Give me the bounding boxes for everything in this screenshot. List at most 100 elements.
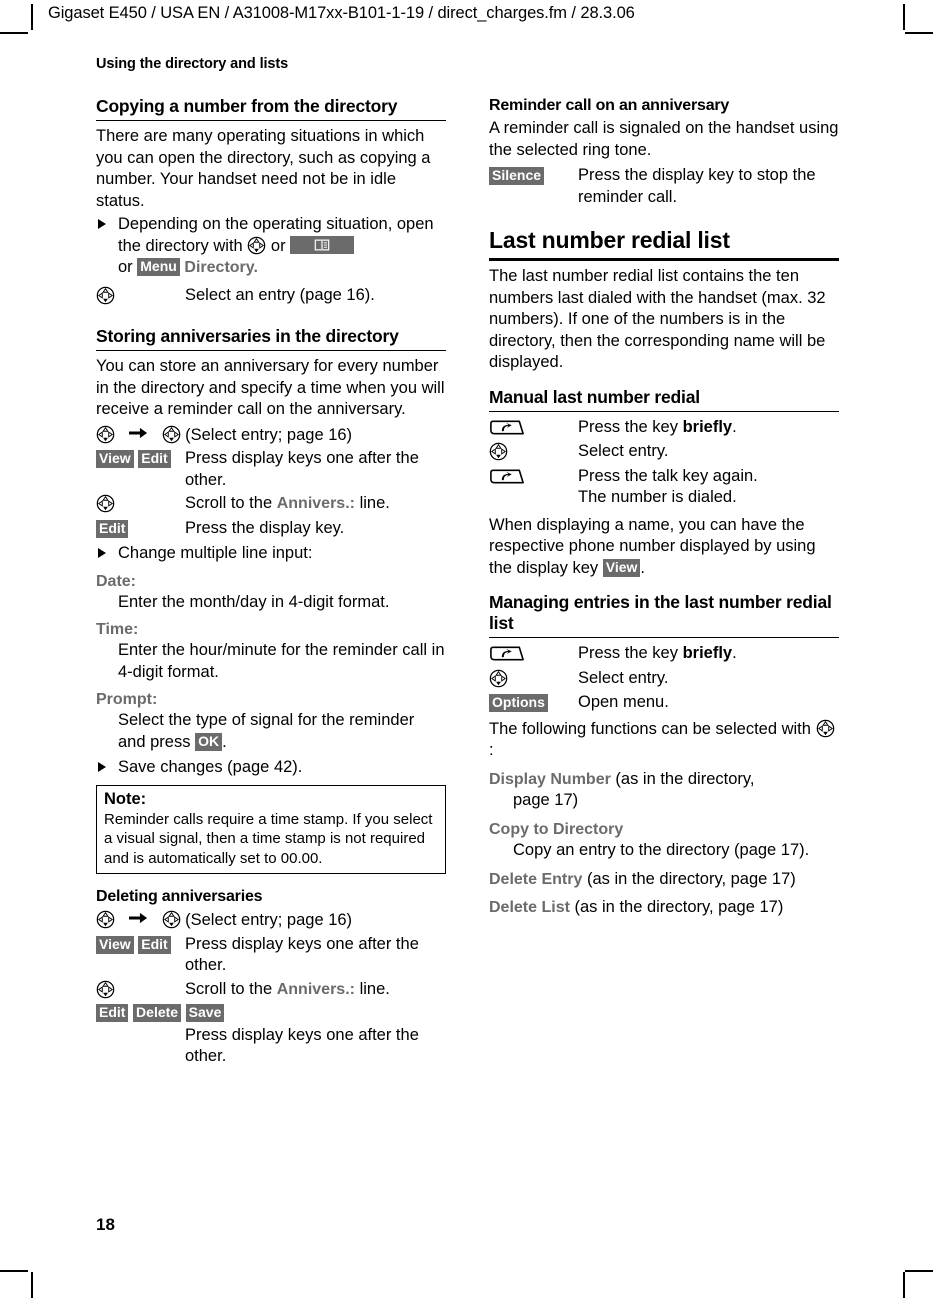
navigation-key-icon[interactable] <box>162 425 181 444</box>
step-desc-scroll-annivers: Scroll to the Annivers.: line. <box>185 979 446 1001</box>
note-title: Note: <box>104 789 147 808</box>
menu-function-copy-to-directory[interactable]: Copy to Directory Copy an entry to the d… <box>489 819 839 862</box>
running-head: Using the directory and lists <box>96 56 289 72</box>
emphasis-briefly: briefly <box>682 644 733 662</box>
menu-function-rest: (as in the directory, <box>615 769 755 788</box>
display-key-ok[interactable]: OK <box>195 732 223 751</box>
step-desc-edit-delete-save: Press display keys one after the other. <box>185 1025 419 1066</box>
crop-mark-top-left-vertical <box>31 4 33 30</box>
page-number: 18 <box>96 1215 115 1234</box>
step-cue-options: Options <box>489 692 578 715</box>
menu-function-display-number[interactable]: Display Number (as in the directory, pag… <box>489 769 839 812</box>
navigation-key-icon[interactable] <box>96 980 115 999</box>
navigation-key-icon[interactable] <box>816 719 835 738</box>
talk-key-icon[interactable] <box>489 644 525 663</box>
scroll-text-b: line. <box>359 979 390 998</box>
left-column: Copying a number from the directory Ther… <box>96 96 446 1068</box>
menu-function-name: Delete Entry <box>489 870 583 888</box>
crop-mark-bottom-right-vertical <box>903 1272 905 1298</box>
bullet-text-change-multiple-line: Change multiple line input: <box>118 544 313 562</box>
navigation-key-icon[interactable] <box>96 910 115 929</box>
menu-function-sub: page 17) <box>513 791 579 809</box>
display-key-edit[interactable]: Edit <box>96 519 129 538</box>
step-talk-key-briefly-2: Press the key briefly. <box>489 643 839 666</box>
heading-storing-anniversaries: Storing anniversaries in the directory <box>96 326 446 351</box>
crop-mark-bottom-right-horizontal <box>905 1270 933 1272</box>
bullet-depending-on-situation: Depending on the operating situation, op… <box>96 214 446 279</box>
navigation-key-icon[interactable] <box>489 442 508 461</box>
note-body: Reminder calls require a time stamp. If … <box>104 810 433 867</box>
prompt-text-b: . <box>222 732 227 751</box>
step-cue-nav-key <box>489 668 578 691</box>
step-desc-view-edit: Press display keys one after the other. <box>185 934 419 975</box>
scroll-text-a: Scroll to the <box>185 979 273 998</box>
display-key-edit[interactable]: Edit <box>96 1004 129 1022</box>
nav-path-label-deleting: (Select entry; page 16) <box>185 911 353 929</box>
step-cue-silence: Silence <box>489 165 578 188</box>
crop-mark-top-right-vertical <box>903 4 905 30</box>
display-key-edit[interactable]: Edit <box>138 450 171 468</box>
menu-function-delete-entry[interactable]: Delete Entry (as in the directory, page … <box>489 869 839 891</box>
display-key-menu[interactable]: Menu <box>137 258 180 276</box>
note-box: Note: Reminder calls require a time stam… <box>96 784 446 874</box>
nav-path-deleting: (Select entry; page 16) <box>96 910 446 932</box>
navigation-key-icon[interactable] <box>96 494 115 513</box>
display-key-save[interactable]: Save <box>185 1004 225 1022</box>
talk-key-icon[interactable] <box>489 418 525 437</box>
field-label-date: Date: <box>96 572 137 590</box>
talk-again-line2: The number is dialed. <box>578 488 737 506</box>
printer-slug-line: Gigaset E450 / USA EN / A31008-M17xx-B10… <box>48 4 635 22</box>
menu-item-directory: Directory. <box>184 259 258 276</box>
menu-function-rest: (as in the directory, page 17) <box>574 898 784 916</box>
emphasis-briefly: briefly <box>682 417 733 436</box>
display-key-view[interactable]: View <box>96 935 134 954</box>
paragraph-functions-intro: The following functions can be selected … <box>489 719 839 762</box>
display-key-view[interactable]: View <box>96 450 134 468</box>
navigation-key-icon[interactable] <box>162 910 181 929</box>
navigation-key-icon[interactable] <box>489 669 508 688</box>
field-body-time: Enter the hour/minute for the reminder c… <box>118 641 445 681</box>
menu-function-rest: (as in the directory, page 17) <box>586 869 796 888</box>
field-body-date: Enter the month/day in 4-digit format. <box>118 592 390 611</box>
step-desc-silence: Press the display key to stop the remind… <box>578 166 816 206</box>
step-desc-view-edit: Press display keys one after the other. <box>185 449 419 489</box>
navigation-key-icon <box>247 236 266 255</box>
step-desc-select-entry-managing: Select entry. <box>578 668 669 687</box>
right-column: Reminder call on an anniversary A remind… <box>489 96 839 919</box>
step-desc-select-entry-manual: Select entry. <box>578 442 669 460</box>
step-cue-nav-key <box>96 979 185 1002</box>
display-key-view[interactable]: View <box>602 558 641 577</box>
prompt-text-a: Select the type of signal for the remind… <box>118 711 415 751</box>
step-cue-nav-key <box>96 285 185 308</box>
crop-mark-bottom-left-horizontal <box>0 1270 28 1272</box>
bullet-text-c: or <box>118 258 133 276</box>
navigation-key-icon[interactable] <box>96 286 115 305</box>
display-key-delete[interactable]: Delete <box>133 1004 182 1022</box>
step-scroll-annivers-storing: Scroll to the Annivers.: line. <box>96 493 446 516</box>
crop-mark-bottom-left-vertical <box>31 1272 33 1298</box>
step-cue-view-edit: View Edit <box>96 934 185 957</box>
directory-key-icon[interactable] <box>290 235 355 254</box>
functions-intro-text-a: The following functions can be selected … <box>489 719 811 738</box>
talk2-text-b: . <box>732 644 737 662</box>
triangle-bullet-icon <box>98 219 106 229</box>
functions-intro-text-b: : <box>489 741 494 759</box>
heading-managing-entries: Managing entries in the last number redi… <box>489 592 839 638</box>
field-body-prompt: Select the type of signal for the remind… <box>118 710 446 753</box>
step-desc-edit: Press the display key. <box>185 518 345 537</box>
talk-key-icon[interactable] <box>489 467 525 486</box>
navigation-key-icon[interactable] <box>96 425 115 444</box>
display-key-silence[interactable]: Silence <box>489 167 545 185</box>
step-desc-talk-briefly-1: Press the key briefly. <box>578 417 839 439</box>
heading-deleting-anniversaries: Deleting anniversaries <box>96 888 263 905</box>
triangle-bullet-icon <box>98 548 106 558</box>
display-key-options[interactable]: Options <box>489 694 548 712</box>
step-view-edit-storing: View Edit Press display keys one after t… <box>96 448 446 491</box>
step-select-entry-manual: Select entry. <box>489 441 839 464</box>
menu-function-delete-list[interactable]: Delete List (as in the directory, page 1… <box>489 897 839 919</box>
step-cue-nav-key <box>96 493 185 516</box>
scroll-text-a: Scroll to the <box>185 494 273 512</box>
step-edit-storing: Edit Press the display key. <box>96 518 446 541</box>
step-desc-talk-briefly-2: Press the key briefly. <box>578 643 839 665</box>
display-key-edit[interactable]: Edit <box>138 935 171 954</box>
